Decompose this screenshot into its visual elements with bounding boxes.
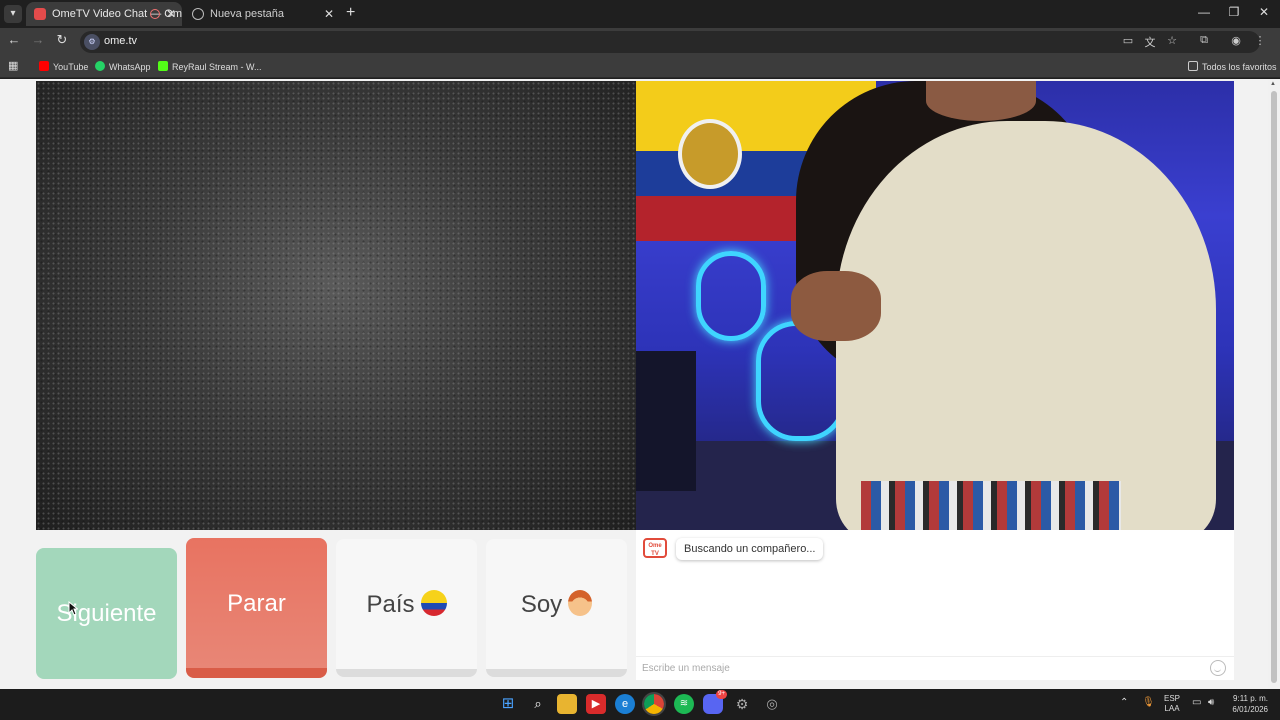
coat-of-arms-emblem xyxy=(678,119,742,189)
mouse-cursor xyxy=(68,600,79,621)
tab-strip: ▾ OmeTV Video Chat — Ome ✕ Nueva pestaña… xyxy=(0,0,1280,28)
address-bar[interactable]: ⚙ ome.tv ▭ 文 ☆ ⧉ ◉ ⋮ xyxy=(80,31,1266,53)
minimize-button[interactable]: — xyxy=(1194,5,1214,19)
gender-select-button[interactable]: Soy xyxy=(486,539,627,677)
page-scrollbar[interactable]: ▲ xyxy=(1268,79,1280,689)
tab-title: OmeTV Video Chat — Ome xyxy=(52,8,182,20)
scroll-up-arrow-icon[interactable]: ▲ xyxy=(1270,81,1278,87)
system-clock[interactable]: 9:11 p. m. 6/01/2026 xyxy=(1224,693,1268,715)
back-button[interactable]: ← xyxy=(4,32,24,47)
search-icon[interactable]: ⌕ xyxy=(528,694,548,714)
media-app-icon[interactable]: ▶ xyxy=(586,694,606,714)
windows-start-icon[interactable]: ⊞ xyxy=(498,694,518,714)
close-tab-icon[interactable]: ✕ xyxy=(324,2,334,26)
video-static-noise xyxy=(36,81,636,530)
settings-gear-icon[interactable]: ⚙ xyxy=(732,694,752,714)
stop-button[interactable]: Parar xyxy=(186,538,327,678)
spotify-icon[interactable]: ≋ xyxy=(674,694,694,714)
install-app-icon[interactable]: ▭ xyxy=(1120,34,1136,47)
chrome-favicon-icon xyxy=(192,8,204,20)
chat-status-message: Buscando un compañero... xyxy=(676,538,824,560)
menu-icon[interactable]: ⋮ xyxy=(1252,34,1268,47)
windows-taskbar: ⊞ ⌕ ▶ e ≋ 9+ ⚙ ◎ ⌃ 🎙︎ ESP LAA ▭ 🔊︎ 9:11 … xyxy=(0,689,1280,720)
tab-title: Nueva pestaña xyxy=(210,8,284,20)
forward-button[interactable]: → xyxy=(28,32,48,47)
next-button[interactable]: Siguiente xyxy=(36,548,177,679)
edge-icon[interactable]: e xyxy=(615,694,635,714)
remote-video xyxy=(636,81,1234,530)
tab-ometv[interactable]: OmeTV Video Chat — Ome ✕ xyxy=(26,2,182,26)
discord-icon[interactable]: 9+ xyxy=(703,690,727,714)
reload-button[interactable]: ↻ xyxy=(52,32,72,48)
scroll-thumb[interactable] xyxy=(1271,91,1277,683)
message-input[interactable] xyxy=(642,661,1202,675)
all-bookmarks-folder[interactable]: Todos los favoritos xyxy=(1188,61,1277,72)
translate-icon[interactable]: 文 xyxy=(1142,34,1158,50)
folder-icon xyxy=(1188,61,1198,71)
browser-toolbar: ← → ↻ ⚙ ome.tv ▭ 文 ☆ ⧉ ◉ ⋮ xyxy=(0,28,1280,56)
language-indicator[interactable]: ESP LAA xyxy=(1164,694,1180,714)
whatsapp-icon xyxy=(95,61,105,71)
display-icon[interactable]: ▭ xyxy=(1192,697,1201,708)
ometv-page: Siguiente Parar País Soy Ome TV Buscando… xyxy=(0,79,1280,689)
chrome-icon[interactable] xyxy=(642,692,666,716)
discord-badge: 9+ xyxy=(716,690,727,699)
url-text[interactable]: ome.tv xyxy=(104,35,137,47)
tab-new-tab[interactable]: Nueva pestaña ✕ xyxy=(184,2,340,26)
volume-icon[interactable]: 🔊︎ xyxy=(1208,697,1214,708)
colombia-flag-icon xyxy=(420,590,447,616)
new-tab-button[interactable]: + xyxy=(346,4,355,22)
close-tab-icon[interactable]: ✕ xyxy=(166,2,176,26)
ometv-favicon-icon xyxy=(34,8,46,20)
country-filter-button[interactable]: País xyxy=(336,539,477,677)
extensions-icon[interactable]: ⧉ xyxy=(1196,34,1212,47)
youtube-icon xyxy=(39,61,49,71)
tab-search-icon[interactable]: ▾ xyxy=(4,5,22,23)
recording-indicator-icon xyxy=(150,9,160,19)
bookmark-youtube[interactable]: YouTube xyxy=(39,61,88,72)
file-explorer-icon[interactable] xyxy=(557,694,577,714)
kick-icon xyxy=(158,61,168,71)
site-info-icon[interactable]: ⚙ xyxy=(84,34,100,50)
steam-icon[interactable]: ◎ xyxy=(762,694,782,714)
emoji-picker-icon[interactable] xyxy=(1210,660,1226,676)
chat-input-bar xyxy=(636,656,1234,678)
chat-panel: Ome TV Buscando un compañero... xyxy=(636,530,1234,680)
tray-overflow-chevron-icon[interactable]: ⌃ xyxy=(1120,697,1128,708)
boy-emoji-icon xyxy=(568,590,593,616)
microphone-in-use-icon[interactable]: 🎙︎ xyxy=(1142,697,1155,708)
profile-avatar[interactable]: ◉ xyxy=(1228,34,1244,47)
bookmark-star-icon[interactable]: ☆ xyxy=(1164,34,1180,47)
ometv-logo: Ome TV xyxy=(643,538,667,558)
bookmarks-bar: ▦ YouTube WhatsApp ReyRaul Stream - W...… xyxy=(0,56,1280,78)
bookmark-whatsapp[interactable]: WhatsApp xyxy=(95,61,151,72)
apps-grid-icon[interactable]: ▦ xyxy=(8,59,18,72)
restore-button[interactable]: ❐ xyxy=(1224,5,1244,19)
close-window-button[interactable]: ✕ xyxy=(1254,5,1274,19)
bookmark-reyraul-stream[interactable]: ReyRaul Stream - W... xyxy=(158,61,262,72)
local-video xyxy=(36,81,636,530)
